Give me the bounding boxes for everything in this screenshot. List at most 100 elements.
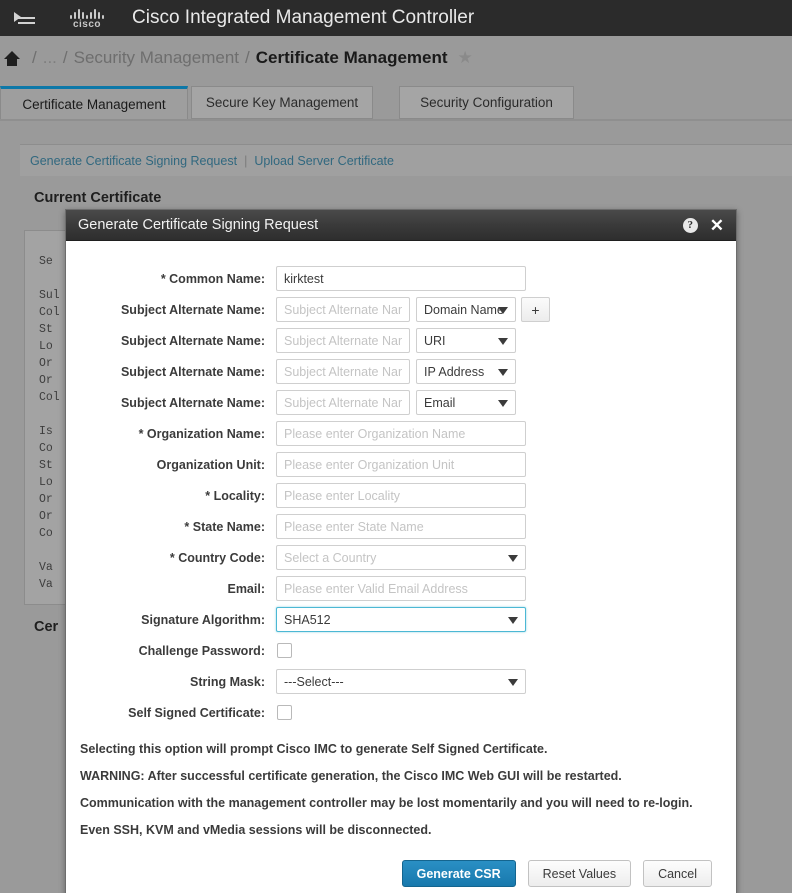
select-value: ---Select--- — [284, 674, 344, 689]
app-page: cisco Cisco Integrated Management Contro… — [0, 0, 792, 893]
dialog-notes: Selecting this option will prompt Cisco … — [66, 728, 736, 844]
note-sessions-disconnected: Even SSH, KVM and vMedia sessions will b… — [80, 823, 432, 837]
chevron-down-icon — [508, 554, 518, 562]
signature-algorithm-select[interactable]: SHA512 — [276, 607, 526, 632]
field-label: * Common Name: — [160, 271, 265, 286]
field-label: Self Signed Certificate: — [128, 705, 265, 720]
generate-csr-button[interactable]: Generate CSR — [401, 860, 516, 887]
breadcrumb: / ... / Security Management / Certificat… — [0, 36, 792, 80]
field-row-common-name: * Common Name: — [66, 263, 736, 294]
organization-unit-input[interactable] — [276, 452, 526, 477]
dialog-body: * Common Name: Subject Alternate Name: D… — [66, 241, 736, 893]
home-icon[interactable] — [4, 50, 20, 66]
dialog-header: Generate Certificate Signing Request ? ✕ — [66, 210, 736, 241]
subject-alternate-name-input-3[interactable] — [276, 359, 410, 384]
challenge-password-checkbox[interactable] — [277, 643, 292, 658]
reset-values-button[interactable]: Reset Values — [527, 860, 632, 887]
email-input[interactable] — [276, 576, 526, 601]
field-label: Challenge Password: — [138, 643, 265, 658]
select-value: Domain Name — [424, 302, 504, 317]
cisco-logo: cisco — [54, 8, 120, 30]
field-row-state-name: * State Name: — [66, 511, 736, 542]
top-navigation-bar: cisco Cisco Integrated Management Contro… — [0, 0, 792, 36]
app-title: Cisco Integrated Management Controller — [132, 7, 475, 28]
field-row-country-code: * Country Code: Select a Country — [66, 542, 736, 573]
subject-alternate-name-input-4[interactable] — [276, 390, 410, 415]
field-label: Signature Algorithm: — [141, 612, 265, 627]
close-x-icon[interactable]: ✕ — [710, 217, 724, 234]
field-row-organization-name: * Organization Name: — [66, 418, 736, 449]
field-row-subject-alternate-name-3: Subject Alternate Name: IP Address — [66, 356, 736, 387]
select-value: Select a Country — [284, 550, 377, 565]
field-row-subject-alternate-name-1: Subject Alternate Name: Domain Name + — [66, 294, 736, 325]
state-name-input[interactable] — [276, 514, 526, 539]
subject-alternate-name-input-2[interactable] — [276, 328, 410, 353]
subject-alternate-name-type-select-1[interactable]: Domain Name — [416, 297, 516, 322]
cisco-bars-icon — [70, 8, 104, 19]
field-row-string-mask: String Mask: ---Select--- — [66, 666, 736, 697]
select-value: IP Address — [424, 364, 485, 379]
breadcrumb-parent-link[interactable]: Security Management — [74, 48, 239, 68]
add-subject-alternate-name-button[interactable]: + — [521, 297, 550, 322]
chevron-down-icon — [508, 678, 518, 686]
field-label: Subject Alternate Name: — [120, 364, 265, 379]
secondary-section-heading: Cer — [34, 619, 59, 635]
generate-csr-link[interactable]: Generate Certificate Signing Request — [30, 154, 237, 168]
country-code-select[interactable]: Select a Country — [276, 545, 526, 570]
locality-input[interactable] — [276, 483, 526, 508]
field-label: Subject Alternate Name: — [120, 395, 265, 410]
chevron-down-icon — [498, 306, 508, 314]
breadcrumb-ellipsis[interactable]: ... — [43, 48, 57, 68]
subject-alternate-name-type-select-4[interactable]: Email — [416, 390, 516, 415]
field-label: String Mask: — [189, 674, 265, 689]
chevron-down-icon — [498, 337, 508, 345]
subject-alternate-name-input-1[interactable] — [276, 297, 410, 322]
note-warning-restart: WARNING: After successful certificate ge… — [80, 769, 622, 783]
dialog-title: Generate Certificate Signing Request — [78, 217, 319, 233]
field-label: * Locality: — [205, 488, 265, 503]
field-label: Subject Alternate Name: — [120, 333, 265, 348]
select-value: SHA512 — [284, 612, 331, 627]
subject-alternate-name-type-select-2[interactable]: URI — [416, 328, 516, 353]
subject-alternate-name-type-select-3[interactable]: IP Address — [416, 359, 516, 384]
field-label: Organization Unit: — [156, 457, 265, 472]
breadcrumb-separator-1: / — [32, 48, 37, 67]
field-row-email: Email: — [66, 573, 736, 604]
field-label: * State Name: — [184, 519, 265, 534]
tab-security-configuration[interactable]: Security Configuration — [399, 86, 574, 119]
field-row-challenge-password: Challenge Password: — [66, 635, 736, 666]
question-mark-icon[interactable]: ? — [682, 217, 698, 233]
generate-csr-dialog: Generate Certificate Signing Request ? ✕… — [65, 209, 737, 893]
tab-label: Secure Key Management — [205, 95, 359, 110]
field-row-subject-alternate-name-2: Subject Alternate Name: URI — [66, 325, 736, 356]
upload-server-certificate-link[interactable]: Upload Server Certificate — [254, 154, 394, 168]
field-label: * Organization Name: — [138, 426, 265, 441]
tab-label: Security Configuration — [420, 95, 553, 110]
cancel-button[interactable]: Cancel — [643, 860, 712, 887]
cisco-wordmark: cisco — [72, 19, 102, 30]
tab-secure-key-management[interactable]: Secure Key Management — [191, 86, 373, 119]
star-icon[interactable]: ★ — [458, 48, 473, 68]
action-bar: Generate Certificate Signing Request | U… — [20, 144, 792, 176]
field-row-self-signed-certificate: Self Signed Certificate: — [66, 697, 736, 728]
current-certificate-heading: Current Certificate — [34, 190, 162, 206]
chevron-down-icon — [508, 616, 518, 624]
organization-name-input[interactable] — [276, 421, 526, 446]
breadcrumb-separator-2: / — [62, 48, 68, 67]
page-title: Certificate Management — [255, 48, 448, 67]
common-name-input[interactable] — [276, 266, 526, 291]
select-value: Email — [424, 395, 456, 410]
tab-certificate-management[interactable]: Certificate Management — [0, 86, 188, 120]
string-mask-select[interactable]: ---Select--- — [276, 669, 526, 694]
field-row-organization-unit: Organization Unit: — [66, 449, 736, 480]
note-communication-loss: Communication with the management contro… — [80, 796, 693, 810]
chevron-down-icon — [498, 399, 508, 407]
chevron-down-icon — [498, 368, 508, 376]
field-row-locality: * Locality: — [66, 480, 736, 511]
select-value: URI — [424, 333, 446, 348]
breadcrumb-separator-3: / — [245, 48, 250, 67]
field-label: Email: — [227, 581, 265, 596]
note-self-signed: Selecting this option will prompt Cisco … — [80, 742, 548, 756]
hamburger-collapse-icon[interactable] — [14, 10, 36, 26]
self-signed-certificate-checkbox[interactable] — [277, 705, 292, 720]
